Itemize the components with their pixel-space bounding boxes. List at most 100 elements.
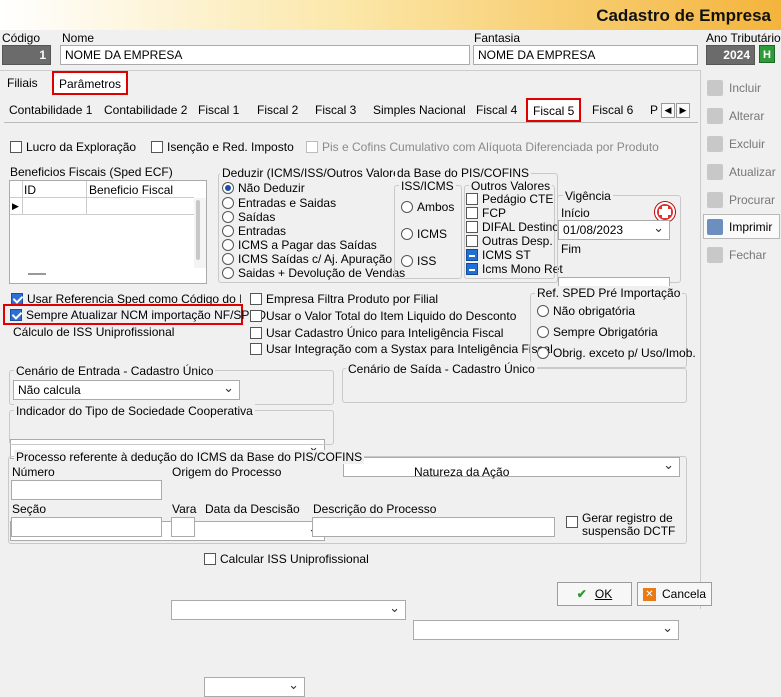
inicio-label: Início — [561, 206, 590, 220]
fantasia-label: Fantasia — [474, 31, 521, 45]
radio-ambos[interactable]: Ambos — [401, 200, 454, 214]
nome-field[interactable]: NOME DA EMPRESA — [60, 45, 470, 65]
radio-icms[interactable]: ICMS — [401, 227, 447, 241]
systax-checkbox[interactable]: Usar Integração com a Systax para Inteli… — [250, 342, 553, 356]
data-select[interactable] — [204, 677, 305, 697]
radio-saidas[interactable]: Saídas — [222, 210, 275, 224]
ref-sped-title: Ref. SPED Pré Importação — [535, 286, 683, 300]
cancel-button[interactable]: ✕ Cancela — [637, 582, 712, 606]
radio-nao-deduzir[interactable]: Não Deduzir — [222, 181, 305, 195]
inicio-select[interactable]: 01/08/2023 — [558, 220, 670, 240]
tab-fiscal-5[interactable]: Fiscal 5 — [526, 98, 582, 122]
tab-simples-nacional[interactable]: Simples Nacional — [368, 101, 471, 119]
descricao-label: Descrição do Processo — [313, 502, 437, 516]
numero-field[interactable] — [11, 480, 162, 500]
fantasia-field[interactable]: NOME DA EMPRESA — [473, 45, 698, 65]
radio-obrig-exceto[interactable]: Obrig. exceto p/ Uso/Imob. — [537, 346, 696, 360]
origem-label: Origem do Processo — [172, 465, 282, 479]
chk-outras-desp[interactable]: Outras Desp. — [466, 234, 553, 248]
pis-cofins-checkbox[interactable]: Pis e Cofins Cumulativo com Alíquota Dif… — [306, 140, 659, 154]
isencao-checkbox-box[interactable] — [151, 141, 163, 153]
tab-fiscal-3[interactable]: Fiscal 3 — [310, 101, 361, 119]
scroll-thumb[interactable] — [196, 200, 200, 260]
cadastro-unico-checkbox[interactable]: Usar Cadastro Único para Inteligência Fi… — [250, 326, 503, 340]
sempre-ncm-checkbox[interactable]: Sempre Atualizar NCM importação NF/SPED — [10, 308, 266, 322]
vigencia-title: Vigência — [563, 189, 613, 203]
radio-nao-obrigatoria[interactable]: Não obrigatória — [537, 304, 635, 318]
exit-icon — [707, 246, 723, 263]
tab-contabilidade-2[interactable]: Contabilidade 2 — [99, 101, 192, 119]
incluir-button[interactable]: Incluir — [703, 75, 780, 100]
fim-label: Fim — [561, 242, 581, 256]
outros-title: Outros Valores — [469, 179, 553, 193]
window-title: Cadastro de Empresa — [596, 6, 771, 25]
isencao-label: Isenção e Red. Imposto — [167, 140, 294, 154]
edit-icon — [707, 107, 723, 124]
ano-label: Ano Tributário — [706, 31, 781, 45]
beneficios-title: Beneficios Fiscais (Sped ECF) — [10, 165, 173, 179]
lucro-checkbox[interactable]: Lucro da Exploração — [10, 140, 136, 154]
origem-select[interactable] — [171, 600, 406, 620]
chk-icms-st[interactable]: ICMS ST — [466, 248, 531, 262]
gerar-dctf-checkbox[interactable] — [566, 515, 582, 529]
chk-difal[interactable]: DIFAL Destino — [466, 220, 559, 234]
ano-field[interactable]: 2024 — [706, 45, 755, 65]
cenario-entrada-title: Cenário de Entrada - Cadastro Único — [14, 364, 216, 378]
vara-field[interactable] — [171, 517, 195, 537]
radio-icms-saidas-aj[interactable]: ICMS Saídas c/ Aj. Apuração — [222, 252, 392, 266]
natureza-select[interactable] — [413, 620, 679, 640]
alterar-button[interactable]: Alterar — [703, 103, 780, 128]
tab-filiais[interactable]: Filiais — [2, 74, 43, 92]
cenario-saida-title: Cenário de Saída - Cadastro Único — [346, 362, 537, 376]
chk-fcp[interactable]: FCP — [466, 206, 506, 220]
row-pointer-icon: ▶ — [12, 201, 19, 211]
tab-fiscal-2[interactable]: Fiscal 2 — [252, 101, 303, 119]
tab-scroll-right-icon[interactable]: ▶ — [676, 103, 690, 118]
add-icon — [707, 79, 723, 96]
cancel-icon: ✕ — [642, 587, 656, 601]
tab-fiscal-4[interactable]: Fiscal 4 — [471, 101, 522, 119]
vara-label: Vara — [172, 502, 197, 516]
excluir-button[interactable]: Excluir — [703, 131, 780, 156]
processo-title: Processo referente à dedução do ICMS da … — [14, 450, 365, 464]
indicador-title: Indicador do Tipo de Sociedade Cooperati… — [14, 404, 255, 418]
nome-label: Nome — [62, 31, 95, 45]
chk-pedagio[interactable]: Pedágio CTE — [466, 192, 553, 206]
tab-fiscal-1[interactable]: Fiscal 1 — [193, 101, 244, 119]
delete-icon — [707, 135, 723, 152]
save-icon — [707, 163, 723, 180]
col-beneficio: Beneficio Fiscal — [89, 183, 174, 197]
lucro-checkbox-box[interactable] — [10, 141, 22, 153]
tab-parametros[interactable]: Parâmetros — [52, 71, 129, 95]
isencao-checkbox[interactable]: Isenção e Red. Imposto — [151, 140, 294, 154]
table-row[interactable] — [10, 198, 194, 215]
radio-iss[interactable]: ISS — [401, 254, 436, 268]
usar-ref-checkbox[interactable]: Usar Referencia Sped como Código do Item — [11, 292, 241, 304]
descricao-field[interactable] — [312, 517, 555, 537]
imprimir-button[interactable]: Imprimir — [703, 214, 780, 239]
hscroll-thumb[interactable] — [28, 273, 46, 275]
procurar-button[interactable]: Procurar — [703, 187, 780, 212]
empresa-filtra-checkbox[interactable]: Empresa Filtra Produto por Filial — [250, 292, 438, 306]
usar-valor-checkbox[interactable]: Usar o Valor Total do Item Liquido do De… — [250, 309, 516, 323]
deduzir-title-2: da Base do PIS/COFINS — [395, 166, 532, 180]
numero-label: Número — [12, 465, 55, 479]
codigo-field[interactable]: 1 — [2, 45, 51, 65]
atualizar-button[interactable]: Atualizar — [703, 159, 780, 184]
radio-sempre-obrigatoria[interactable]: Sempre Obrigatória — [537, 325, 658, 339]
chk-icms-mono[interactable]: Icms Mono Ret — [466, 262, 563, 276]
tab-scroll-left-icon[interactable]: ◀ — [661, 103, 675, 118]
tab-contabilidade-1[interactable]: Contabilidade 1 — [4, 101, 97, 119]
ano-help-button[interactable]: H — [759, 45, 775, 63]
ok-button[interactable]: ✔ OK — [557, 582, 632, 606]
tab-fiscal-6[interactable]: Fiscal 6 — [587, 101, 638, 119]
radio-entradas-saidas[interactable]: Entradas e Saidas — [222, 196, 336, 210]
fechar-button[interactable]: Fechar — [703, 242, 780, 267]
beneficios-grid[interactable]: ID Beneficio Fiscal ▶ — [9, 180, 207, 284]
calcular-iss-checkbox[interactable]: Calcular ISS Uniprofissional — [204, 552, 369, 566]
secao-field[interactable] — [11, 517, 162, 537]
radio-entradas[interactable]: Entradas — [222, 224, 286, 238]
radio-icms-pagar[interactable]: ICMS a Pagar das Saídas — [222, 238, 377, 252]
pis-cofins-checkbox-box[interactable] — [306, 141, 318, 153]
radio-saidas-devolucao[interactable]: Saidas + Devolução de Vendas — [222, 266, 405, 280]
